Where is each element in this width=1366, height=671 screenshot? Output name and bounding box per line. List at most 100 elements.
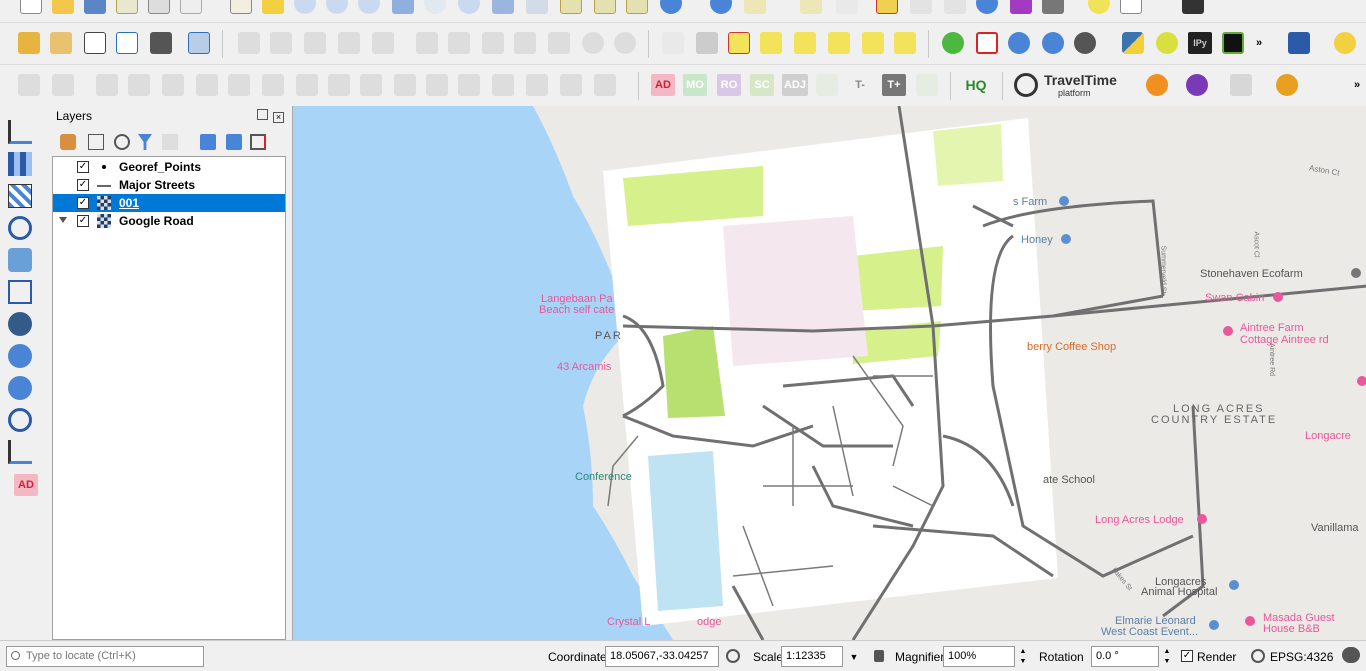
zoom-in-icon[interactable]: [294, 0, 316, 14]
label-pin-icon[interactable]: [696, 32, 718, 54]
pan-to-selection-icon[interactable]: [262, 0, 284, 14]
add-vector-layer-icon[interactable]: [8, 120, 32, 144]
collapse-all-icon[interactable]: [226, 134, 242, 150]
merge-features-icon[interactable]: [458, 74, 480, 96]
layer-styling-icon[interactable]: [60, 134, 76, 150]
coordinate-field[interactable]: 18.05067,-33.04257: [605, 646, 719, 667]
poi-aintree-pin-icon[interactable]: [1223, 326, 1233, 336]
pan-map-icon[interactable]: [230, 0, 252, 14]
advanced-digitize-icon[interactable]: [18, 74, 40, 96]
merge-attributes-icon[interactable]: [492, 74, 514, 96]
select-by-value-icon[interactable]: [800, 0, 822, 14]
add-wcs-layer-icon[interactable]: [8, 376, 32, 400]
remove-layer-icon[interactable]: [250, 134, 266, 150]
layer-visibility-checkbox[interactable]: ✓: [77, 197, 89, 209]
delete-part-icon[interactable]: [296, 74, 318, 96]
poi-stonehaven-pin-icon[interactable]: [1351, 268, 1361, 278]
t-minus-button[interactable]: T-: [848, 74, 872, 96]
add-ring-icon[interactable]: [162, 74, 184, 96]
edit-pencil-icon[interactable]: [270, 32, 292, 54]
poi-animal-hospital-pin-icon[interactable]: [1229, 580, 1239, 590]
save-project-icon[interactable]: [84, 0, 106, 14]
poi-lodge-pin-icon[interactable]: [1197, 514, 1207, 524]
new-virtual-layer-icon[interactable]: [150, 32, 172, 54]
copy-features-icon[interactable]: [514, 32, 536, 54]
add-vector-tile-icon[interactable]: [8, 440, 32, 464]
poi-farm-pin-icon[interactable]: [1059, 196, 1069, 206]
render-checkbox[interactable]: ✓: [1181, 650, 1193, 662]
map-canvas[interactable]: s Farm Honey Stonehaven Ecofarm Swan Cab…: [292, 106, 1366, 640]
layer-item-google-road[interactable]: ✓ Google Road: [53, 212, 285, 230]
locate-search-input[interactable]: Type to locate (Ctrl+K): [6, 646, 204, 667]
toolbar3-more-button[interactable]: »: [1350, 74, 1364, 96]
rotation-spinner-icon[interactable]: ▲ ▼: [1161, 647, 1173, 667]
plugin-green-icon[interactable]: [1222, 32, 1244, 54]
paste-features-icon[interactable]: [548, 32, 570, 54]
hq-button[interactable]: HQ: [962, 74, 990, 96]
crs-globe-icon[interactable]: [1251, 649, 1265, 663]
gps-icon[interactable]: [1334, 32, 1356, 54]
python-console-icon[interactable]: [1122, 32, 1144, 54]
map-tips-icon[interactable]: [1088, 0, 1110, 14]
wms-globe-icon[interactable]: [1008, 32, 1030, 54]
identify-features-icon[interactable]: [710, 0, 732, 14]
mo-button[interactable]: MO: [683, 74, 707, 96]
expand-arrow-icon[interactable]: [59, 217, 67, 223]
left-ad-button[interactable]: AD: [14, 474, 38, 496]
data-source-manager-icon[interactable]: [18, 32, 40, 54]
traveltime-route-icon[interactable]: [1276, 74, 1298, 96]
layer-item-georef-points[interactable]: ✓ Georef_Points: [53, 158, 285, 176]
zoom-out-icon[interactable]: [326, 0, 348, 14]
toolbar2-more-button[interactable]: »: [1252, 32, 1266, 54]
split-features-icon[interactable]: [394, 74, 416, 96]
rotation-field[interactable]: 0.0 °: [1091, 646, 1159, 667]
expand-all-icon[interactable]: [200, 134, 216, 150]
messages-icon[interactable]: [1342, 647, 1360, 663]
open-attribute-table-icon[interactable]: [836, 0, 858, 14]
offset-curve-icon[interactable]: [360, 74, 382, 96]
adj-extra-icon[interactable]: [816, 74, 838, 96]
label-abc-icon[interactable]: [662, 32, 684, 54]
add-delimited-text-icon[interactable]: [8, 216, 32, 240]
processing-toolbox-icon[interactable]: [976, 0, 998, 14]
open-project-icon[interactable]: [52, 0, 74, 14]
poi-masada-pin-icon[interactable]: [1245, 616, 1255, 626]
label-move-icon[interactable]: [828, 32, 850, 54]
zoom-last-icon[interactable]: [492, 0, 514, 14]
filter-expression-icon[interactable]: [162, 134, 178, 150]
delete-ring-icon[interactable]: [262, 74, 284, 96]
new-print-layout-icon[interactable]: [116, 0, 138, 14]
filter-icon[interactable]: [1230, 74, 1252, 96]
sc-button[interactable]: SC: [750, 74, 774, 96]
traveltime-purple-icon[interactable]: [1186, 74, 1208, 96]
close-panel-icon[interactable]: ×: [273, 112, 284, 123]
new-geopackage-icon[interactable]: [50, 32, 72, 54]
rotate-symbols-icon[interactable]: [526, 74, 548, 96]
add-feature-icon[interactable]: [338, 32, 360, 54]
magnifier-spinner-icon[interactable]: ▲ ▼: [1017, 647, 1029, 667]
cut-features-icon[interactable]: [482, 32, 504, 54]
new-shapefile-icon[interactable]: [84, 32, 106, 54]
plugin-icon[interactable]: [1182, 0, 1204, 14]
select-features-icon[interactable]: [744, 0, 766, 14]
float-panel-icon[interactable]: [256, 109, 268, 120]
show-bookmarks-icon[interactable]: [626, 0, 648, 14]
filter-legend-icon[interactable]: [138, 134, 152, 150]
add-raster-layer-icon[interactable]: [8, 152, 32, 176]
label-show-hide-icon[interactable]: [760, 32, 782, 54]
wfs-globe-icon[interactable]: [1042, 32, 1064, 54]
hexagon-icon[interactable]: [976, 32, 998, 54]
new-temporary-layer-icon[interactable]: [116, 32, 138, 54]
add-postgis-icon[interactable]: [8, 312, 32, 336]
help-icon[interactable]: [1288, 32, 1310, 54]
layer-item-major-streets[interactable]: ✓ Major Streets: [53, 176, 285, 194]
fill-ring-icon[interactable]: [228, 74, 250, 96]
metasearch-icon[interactable]: [1074, 32, 1096, 54]
label-rotate-icon[interactable]: [862, 32, 884, 54]
magnifier-field[interactable]: 100%: [943, 646, 1015, 667]
poi-elmarie-pin-icon[interactable]: [1209, 620, 1219, 630]
move-feature-icon[interactable]: [52, 74, 74, 96]
simplify-icon[interactable]: [128, 74, 150, 96]
add-wfs-layer-icon[interactable]: [8, 408, 32, 432]
ipy-button[interactable]: IPy: [1188, 32, 1212, 54]
